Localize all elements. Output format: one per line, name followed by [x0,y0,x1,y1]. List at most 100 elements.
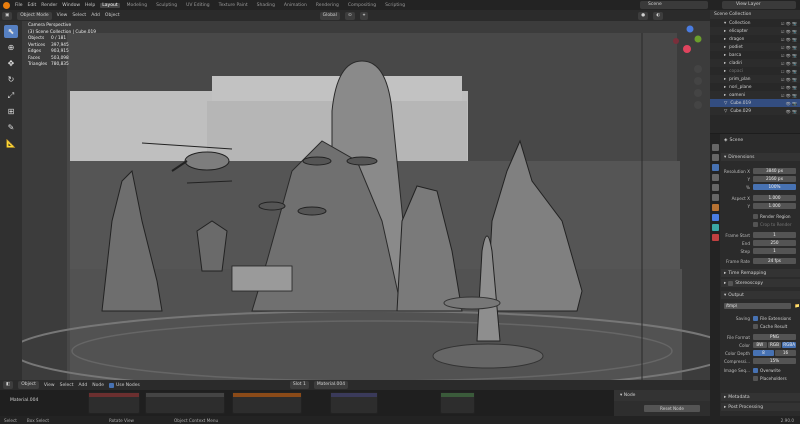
tab-texture-paint[interactable]: Texture Paint [217,3,250,8]
tab-rendering[interactable]: Rendering [314,3,341,8]
world-tab-icon[interactable] [712,194,719,201]
cursor-icon[interactable]: ⊕ [4,41,18,54]
output-path-field[interactable]: /tmp\ [724,303,791,309]
view-layer-selector[interactable]: View Layer [722,1,796,9]
node-menu-add[interactable]: Add [79,383,88,388]
render-tab-icon[interactable] [712,154,719,161]
measure-icon[interactable]: 📐 [4,137,18,150]
pivot-icon[interactable]: ⊙ [344,11,355,20]
rotate-icon[interactable]: ↻ [4,73,18,86]
vp-menu-object[interactable]: Object [105,13,120,18]
outliner-item[interactable]: ▸ barca ☑ 👁 📷 [710,51,800,59]
select-tool-icon[interactable]: ⬉ [4,25,18,38]
frame-step-field[interactable]: 1 [753,248,796,254]
snap-icon[interactable]: ⌖ [359,11,369,20]
menu-render[interactable]: Render [41,3,57,8]
outliner-item[interactable]: ▾ Collection ☑ 👁 📷 [710,19,800,27]
material-tab-icon[interactable] [712,234,719,241]
node[interactable] [88,392,140,414]
color-bw-button[interactable]: BW [753,342,767,348]
folder-icon[interactable]: 📁 [795,303,800,309]
vp-menu-select[interactable]: Select [72,13,86,18]
menu-file[interactable]: File [15,3,23,8]
output-panel[interactable]: ▾ Output [721,291,800,299]
resolution-y-field[interactable]: 2160 px [753,176,796,182]
outliner-item[interactable]: ▸ elicopter ☑ 👁 📷 [710,27,800,35]
cache-result-checkbox[interactable]: Cache Result [753,323,787,329]
outliner-item-selected[interactable]: ▽ Cube.019 👁 📷 [710,99,800,107]
placeholders-checkbox[interactable]: Placeholders [753,375,787,381]
dimensions-panel[interactable]: ▾ Dimensions [721,153,800,161]
slot-dropdown[interactable]: Slot 1 [289,381,309,389]
reset-node-button[interactable]: Reset Node [644,405,700,412]
tab-uv-editing[interactable]: UV Editing [184,3,211,8]
material-selector[interactable]: Material.004 [313,381,349,389]
node-canvas[interactable]: Material.004 [0,390,710,416]
transform-icon[interactable]: ⊞ [4,105,18,118]
output-tab-icon[interactable] [712,164,719,171]
shading-material-icon[interactable]: ◐ [653,11,664,20]
scene-selector[interactable]: Scene [640,1,708,9]
tab-layout[interactable]: Layout [100,2,120,8]
outliner-header[interactable]: Scene Collection [710,10,800,19]
tab-shading[interactable]: Shading [255,3,277,8]
tab-animation[interactable]: Animation [282,3,309,8]
file-extensions-checkbox[interactable]: File Extensions [753,315,791,321]
color-depth-8-button[interactable]: 8 [753,350,774,356]
outliner-item[interactable]: ▸ cladiri ☑ 👁 📷 [710,59,800,67]
outliner-item[interactable]: ▸ podiet ☑ 👁 📷 [710,43,800,51]
orientation-dropdown[interactable]: Global [319,11,340,20]
node[interactable] [440,392,475,414]
node-editor-type-button[interactable]: ◧ [3,381,14,389]
stereoscopy-panel[interactable]: ▸ Stereoscopy [721,279,800,287]
aspect-x-field[interactable]: 1.000 [753,195,796,201]
node-menu-select[interactable]: Select [60,383,74,388]
color-rgba-button[interactable]: RGBA [782,342,797,348]
vp-menu-view[interactable]: View [57,13,68,18]
node-menu-node[interactable]: Node [92,383,104,388]
scale-icon[interactable]: ⤢ [4,89,18,102]
color-depth-16-button[interactable]: 16 [775,350,796,356]
mode-dropdown[interactable]: Object Mode [17,11,52,20]
post-processing-panel[interactable]: ▸ Post Processing [721,403,800,411]
aspect-y-field[interactable]: 1.000 [753,203,796,209]
tab-modeling[interactable]: Modeling [125,3,149,8]
shading-solid-icon[interactable]: ● [638,11,649,20]
3d-viewport[interactable] [22,21,710,380]
view-layer-tab-icon[interactable] [712,174,719,181]
metadata-panel[interactable]: ▸ Metadata [721,393,800,401]
menu-window[interactable]: Window [62,3,80,8]
editor-type-button[interactable]: ▣ [2,11,13,20]
blender-logo-icon[interactable] [3,1,10,9]
resolution-percent-field[interactable]: 100% [753,184,796,190]
outliner-item[interactable]: ▽ Cube.029 👁 📷 [710,107,800,115]
node-panel-title[interactable]: ▾ Node [614,390,710,401]
frame-rate-dropdown[interactable]: 24 fps [753,258,796,264]
outliner-item[interactable]: ▸ oameni ☑ 👁 📷 [710,91,800,99]
node-menu-view[interactable]: View [44,383,55,388]
tab-compositing[interactable]: Compositing [346,3,378,8]
modifier-tab-icon[interactable] [712,214,719,221]
annotate-icon[interactable]: ✎ [4,121,18,134]
tab-sculpting[interactable]: Sculpting [154,3,179,8]
menu-edit[interactable]: Edit [28,3,37,8]
move-icon[interactable]: ✥ [4,57,18,70]
object-tab-icon[interactable] [712,204,719,211]
scene-tab-icon[interactable] [712,184,719,191]
node[interactable] [145,392,225,414]
vp-menu-add[interactable]: Add [91,13,100,18]
overwrite-checkbox[interactable]: Overwrite [753,367,781,373]
node[interactable] [232,392,302,414]
tab-scripting[interactable]: Scripting [383,3,407,8]
frame-start-field[interactable]: 1 [753,232,796,238]
compression-slider[interactable]: 15% [753,358,796,364]
file-format-dropdown[interactable]: PNG [753,334,796,340]
frame-end-field[interactable]: 250 [753,240,796,246]
outliner-item[interactable]: ▸ dragon ☑ 👁 📷 [710,35,800,43]
particles-tab-icon[interactable] [712,224,719,231]
menu-help[interactable]: Help [85,3,95,8]
time-remapping-panel[interactable]: ▸ Time Remapping [721,269,800,277]
outliner-item[interactable]: ▸ prim_plan ☑ 👁 📷 [710,75,800,83]
render-region-checkbox[interactable]: Render Region [753,213,791,219]
resolution-x-field[interactable]: 3840 px [753,168,796,174]
